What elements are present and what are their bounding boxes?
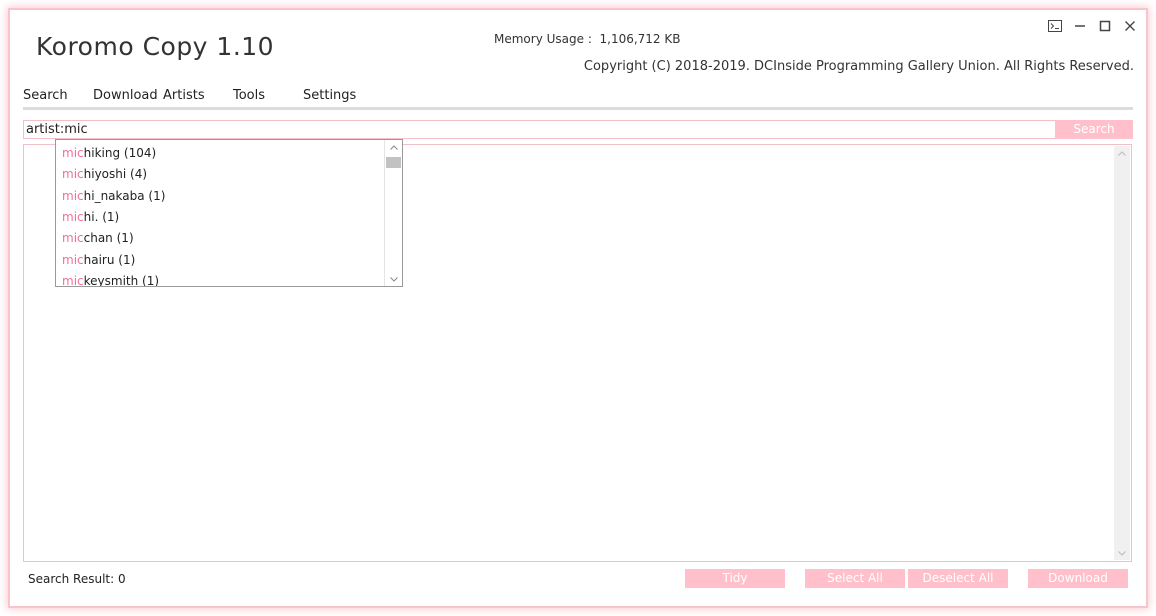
autocomplete-dropdown: michiking (104) michiyoshi (4) michi_nak…: [55, 139, 403, 287]
console-icon[interactable]: [1047, 18, 1063, 34]
suggestion-rest: chan: [83, 231, 113, 245]
suggestion-count: (104): [123, 146, 157, 160]
deselect-all-button[interactable]: Deselect All: [908, 569, 1008, 588]
suggestion-match: mic: [62, 146, 84, 160]
maximize-icon[interactable]: [1097, 18, 1113, 34]
suggestion-item[interactable]: michairu (1): [62, 253, 135, 267]
suggestion-match: mic: [62, 189, 84, 203]
scroll-up-icon[interactable]: [1114, 146, 1130, 160]
suggestion-count: (1): [116, 231, 134, 245]
suggestion-scrollbar[interactable]: [384, 140, 402, 286]
suggestion-item[interactable]: michiyoshi (4): [62, 167, 147, 181]
app-title: Koromo Copy 1.10: [36, 32, 275, 61]
suggestion-match: mic: [62, 167, 84, 181]
suggestion-count: (1): [102, 210, 120, 224]
select-all-button[interactable]: Select All: [805, 569, 905, 588]
suggestion-match: mic: [62, 253, 84, 267]
scroll-down-icon[interactable]: [1114, 546, 1130, 560]
suggestion-match: mic: [62, 210, 84, 224]
suggestion-count: (1): [118, 253, 136, 267]
suggestion-count: (4): [130, 167, 148, 181]
scroll-down-icon[interactable]: [385, 272, 402, 286]
search-input[interactable]: artist:mic: [23, 120, 1057, 139]
suggestion-item[interactable]: michiking (104): [62, 146, 156, 160]
app-window: Koromo Copy 1.10 Memory Usage : 1,106,71…: [10, 10, 1146, 606]
memory-usage: Memory Usage : 1,106,712 KB: [494, 32, 681, 46]
suggestion-item[interactable]: michi_nakaba (1): [62, 189, 165, 203]
suggestion-rest: hi.: [83, 210, 99, 224]
suggestion-count: (1): [142, 274, 160, 287]
scroll-up-icon[interactable]: [385, 140, 402, 154]
tab-settings[interactable]: Settings: [303, 88, 356, 103]
suggestion-rest: hi_nakaba: [83, 189, 145, 203]
suggestion-count: (1): [148, 189, 166, 203]
results-scrollbar[interactable]: [1114, 146, 1130, 560]
suggestion-item[interactable]: micchan (1): [62, 231, 134, 245]
suggestion-match: mic: [62, 274, 84, 287]
suggestion-item[interactable]: mickeysmith (1): [62, 274, 160, 287]
copyright-text: Copyright (C) 2018-2019. DCInside Progra…: [583, 59, 1134, 74]
tab-search[interactable]: Search: [23, 88, 68, 103]
tab-download[interactable]: Download: [93, 88, 158, 103]
tab-tools[interactable]: Tools: [233, 88, 265, 103]
minimize-icon[interactable]: [1072, 18, 1088, 34]
download-button[interactable]: Download: [1028, 569, 1128, 588]
search-result-count: Search Result: 0: [28, 572, 126, 586]
suggestion-match: mic: [62, 231, 84, 245]
tab-artists[interactable]: Artists: [163, 88, 205, 103]
scrollbar-thumb[interactable]: [386, 157, 401, 168]
suggestion-rest: hiyoshi: [83, 167, 127, 181]
suggestion-item[interactable]: michi. (1): [62, 210, 119, 224]
close-icon[interactable]: [1122, 18, 1138, 34]
suggestion-rest: hiking: [83, 146, 121, 160]
search-button[interactable]: Search: [1055, 120, 1133, 139]
suggestion-rest: hairu: [83, 253, 115, 267]
suggestion-rest: keysmith: [83, 274, 139, 287]
tidy-button[interactable]: Tidy: [685, 569, 785, 588]
tab-underline: [23, 107, 1133, 110]
